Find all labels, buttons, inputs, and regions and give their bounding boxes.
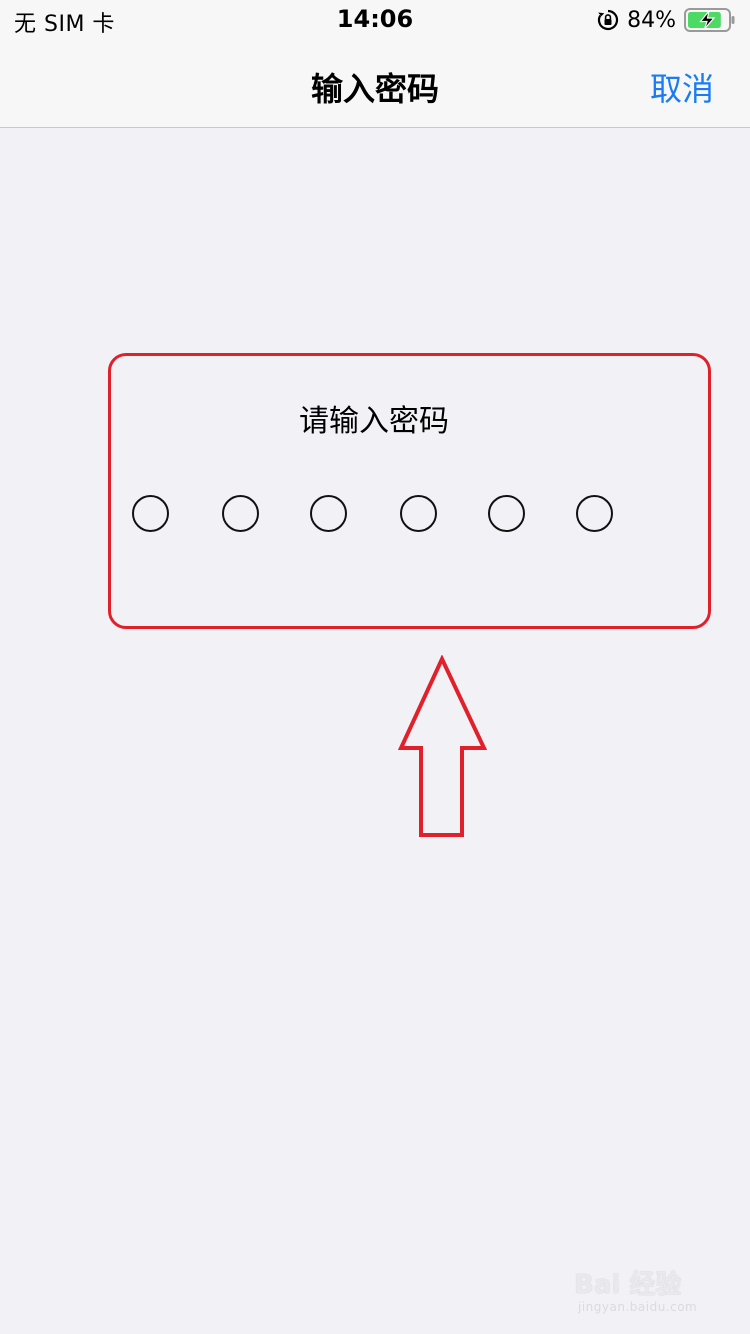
passcode-dot[interactable] bbox=[488, 495, 525, 532]
watermark-logo: Bai 经验 jingyan.baidu.com bbox=[574, 1250, 724, 1320]
status-bar: 无 SIM 卡 14:06 84% bbox=[0, 0, 750, 40]
nav-bar: 输入密码 取消 bbox=[0, 40, 750, 128]
passcode-dot[interactable] bbox=[132, 495, 169, 532]
page-title: 输入密码 bbox=[310, 70, 439, 108]
passcode-dot[interactable] bbox=[310, 495, 347, 532]
up-arrow-icon bbox=[398, 655, 488, 837]
cancel-button[interactable]: 取消 bbox=[650, 64, 714, 110]
watermark-sub: jingyan.baidu.com bbox=[578, 1300, 698, 1314]
passcode-dot[interactable] bbox=[400, 495, 437, 532]
battery-charging-icon bbox=[684, 8, 736, 32]
orientation-lock-icon bbox=[597, 9, 619, 31]
passcode-dot[interactable] bbox=[576, 495, 613, 532]
passcode-prompt-label: 请输入密码 bbox=[299, 404, 449, 439]
passcode-prompt: 请输入密码 bbox=[0, 396, 750, 440]
watermark-main: Bai 经验 bbox=[574, 1270, 682, 1300]
status-right-group: 84% bbox=[597, 7, 736, 33]
passcode-dot[interactable] bbox=[222, 495, 259, 532]
highlight-frame bbox=[108, 353, 711, 629]
battery-percent: 84% bbox=[627, 7, 676, 33]
